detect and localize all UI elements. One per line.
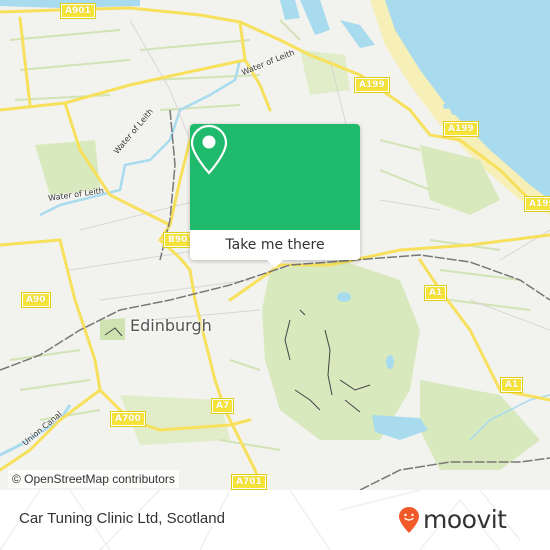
road-label-a1: A1 bbox=[499, 377, 524, 393]
moovit-logo[interactable]: moovit bbox=[398, 504, 507, 536]
road-label-a700: A700 bbox=[110, 411, 146, 427]
road-label-a199: A199 bbox=[524, 196, 550, 212]
city-label: Edinburgh bbox=[130, 316, 212, 335]
road-label-a199: A199 bbox=[354, 77, 390, 93]
popup-pointer bbox=[267, 260, 283, 268]
road-label-a199: A199 bbox=[443, 121, 479, 137]
location-popup[interactable]: Take me there bbox=[190, 124, 360, 268]
road-label-a901: A901 bbox=[60, 3, 96, 19]
moovit-wordmark: moovit bbox=[423, 505, 507, 534]
road-label-a90: A90 bbox=[21, 292, 51, 308]
popup-header bbox=[190, 124, 360, 230]
footer-bar: Car Tuning Clinic Ltd, Scotland moovit bbox=[0, 490, 550, 550]
location-pin-icon bbox=[190, 124, 228, 175]
take-me-there-button[interactable]: Take me there bbox=[190, 230, 360, 260]
place-name: Car Tuning Clinic Ltd, Scotland bbox=[19, 510, 225, 527]
holyrood-park bbox=[262, 260, 420, 440]
map-view[interactable]: A901 A199 A199 A199 B901 A90 A1 A1 A700 … bbox=[0, 0, 550, 490]
road-label-a7: A7 bbox=[210, 398, 235, 414]
map-attribution[interactable]: © OpenStreetMap contributors bbox=[8, 470, 179, 488]
moovit-smile-pin-icon bbox=[399, 507, 419, 533]
road-label-a1: A1 bbox=[423, 285, 448, 301]
road-label-a701: A701 bbox=[231, 474, 267, 490]
